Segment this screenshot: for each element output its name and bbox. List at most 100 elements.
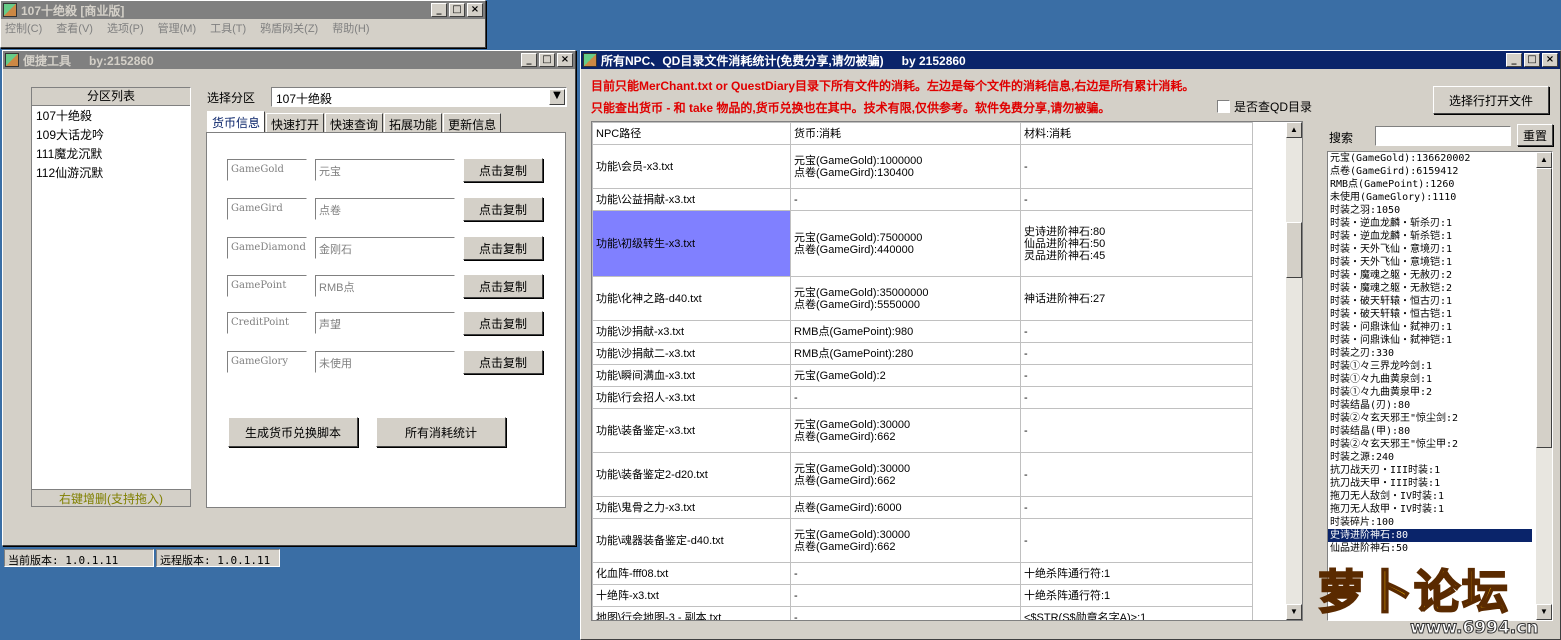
material-cell[interactable]: - — [1020, 144, 1253, 189]
currency-name-field[interactable]: 元宝 — [315, 159, 455, 181]
menu-tools[interactable]: 工具(T) — [210, 20, 246, 36]
totals-list-item[interactable]: 时装①々九曲黄泉剑:1 — [1328, 373, 1532, 386]
menu-view[interactable]: 查看(V) — [56, 20, 93, 36]
qd-checkbox-wrap[interactable]: 是否查QD目录 — [1217, 98, 1312, 115]
currency-cell[interactable]: 元宝(GameGold):30000 点卷(GameGird):662 — [790, 518, 1021, 563]
material-cell[interactable]: <$STR(S$勋章名字A)>:1 — [1020, 606, 1253, 620]
totals-list-item[interactable]: 史诗进阶神石:80 — [1328, 529, 1532, 542]
material-cell[interactable]: - — [1020, 452, 1253, 497]
npc-path-cell[interactable]: 功能\魂器装备鉴定-d40.txt — [592, 518, 791, 563]
npc-path-cell[interactable]: 功能\会员-x3.txt — [592, 144, 791, 189]
all-consumption-button[interactable]: 所有消耗统计 — [376, 417, 506, 447]
table-row[interactable]: 功能\初级转生-x3.txt 元宝(GameGold):7500000 点卷(Ga… — [592, 210, 1253, 277]
material-cell[interactable]: 神话进阶神石:27 — [1020, 276, 1253, 321]
npc-path-cell[interactable]: 功能\化神之路-d40.txt — [592, 276, 791, 321]
totals-list-item[interactable]: 时装・逆血龙麟・斩杀铠:1 — [1328, 230, 1532, 243]
main-window-titlebar[interactable]: 107十绝殺 [商业版] _ □ × — [1, 1, 485, 19]
chevron-down-icon[interactable]: ▼ — [549, 89, 565, 105]
totals-list-item[interactable]: 元宝(GameGold):136620002 — [1328, 152, 1532, 165]
scroll-thumb[interactable] — [1286, 222, 1302, 278]
close-icon[interactable]: × — [1542, 53, 1558, 67]
totals-list-item[interactable]: 时装之刃:330 — [1328, 347, 1532, 360]
table-row[interactable]: 功能\装备鉴定-x3.txt 元宝(GameGold):30000 点卷(Game… — [592, 408, 1253, 453]
table-scrollbar[interactable]: ▲ ▼ — [1286, 122, 1302, 620]
zone-item[interactable]: 107十绝殺 — [32, 106, 190, 125]
scroll-thumb[interactable] — [1536, 168, 1552, 448]
currency-cell[interactable]: - — [790, 606, 1021, 620]
currency-cell[interactable]: 元宝(GameGold):1000000 点卷(GameGird):130400 — [790, 144, 1021, 189]
material-cell[interactable]: - — [1020, 364, 1253, 387]
tools-window-titlebar[interactable]: 便捷工具 by:2152860 _ □ × — [3, 51, 575, 69]
table-row[interactable]: 功能\沙捐献二-x3.txt RMB点(GamePoint):280- — [592, 342, 1253, 365]
totals-list-item[interactable]: 时装・逆血龙麟・斩杀刃:1 — [1328, 217, 1532, 230]
copy-button[interactable]: 点击复制 — [463, 311, 543, 335]
maximize-icon[interactable]: □ — [449, 3, 465, 17]
table-row[interactable]: 功能\化神之路-d40.txt 元宝(GameGold):35000000 点卷(… — [592, 276, 1253, 321]
material-cell[interactable]: - — [1020, 518, 1253, 563]
totals-list[interactable]: 元宝(GameGold):136620002 点卷(GameGird):61594… — [1327, 151, 1553, 621]
material-cell[interactable]: - — [1020, 342, 1253, 365]
menu-control[interactable]: 控制(C) — [5, 20, 42, 36]
totals-list-item[interactable]: 时装②々玄天邪王"惊尘剑:2 — [1328, 412, 1532, 425]
totals-list-item[interactable]: 时装结晶(刃):80 — [1328, 399, 1532, 412]
reset-button[interactable]: 重置 — [1517, 124, 1553, 146]
column-header-npc-path[interactable]: NPC路径 — [592, 122, 791, 145]
totals-list-item[interactable]: 时装②々玄天邪王"惊尘甲:2 — [1328, 438, 1532, 451]
npc-path-cell[interactable]: 功能\装备鉴定-x3.txt — [592, 408, 791, 453]
npc-path-cell[interactable]: 功能\行会招人-x3.txt — [592, 386, 791, 409]
copy-button[interactable]: 点击复制 — [463, 350, 543, 374]
npc-path-cell[interactable]: 地图\行会地图-3 - 副本.txt — [592, 606, 791, 620]
qd-checkbox[interactable] — [1217, 100, 1230, 113]
currency-code-field[interactable]: GameGird — [227, 198, 307, 220]
currency-cell[interactable]: 元宝(GameGold):30000 点卷(GameGird):662 — [790, 408, 1021, 453]
totals-list-item[interactable]: 时装之羽:1050 — [1328, 204, 1532, 217]
material-cell[interactable]: 史诗进阶神石:80 仙品进阶神石:50 灵品进阶神石:45 — [1020, 210, 1253, 277]
zone-list[interactable]: 分区列表 107十绝殺 109大话龙吟 111魔龙沉默 112仙游沉默 — [31, 87, 191, 507]
totals-list-item[interactable]: 点卷(GameGird):6159412 — [1328, 165, 1532, 178]
zone-item[interactable]: 109大话龙吟 — [32, 125, 190, 144]
npc-path-cell[interactable]: 功能\瞬间满血-x3.txt — [592, 364, 791, 387]
totals-list-item[interactable]: 时装结晶(甲):80 — [1328, 425, 1532, 438]
currency-code-field[interactable]: CreditPoint — [227, 312, 307, 334]
column-header-material[interactable]: 材料:消耗 — [1020, 122, 1253, 145]
minimize-icon[interactable]: _ — [1506, 53, 1522, 67]
totals-list-item[interactable]: 时装・魔魂之躯・无赦铠:2 — [1328, 282, 1532, 295]
column-header-currency[interactable]: 货币:消耗 — [790, 122, 1021, 145]
currency-code-field[interactable]: GameDiamond — [227, 237, 307, 259]
currency-cell[interactable]: RMB点(GamePoint):980 — [790, 320, 1021, 343]
currency-name-field[interactable]: 点卷 — [315, 198, 455, 220]
currency-cell[interactable]: - — [790, 584, 1021, 607]
table-row[interactable]: 功能\行会招人-x3.txt - - — [592, 386, 1253, 409]
npc-path-cell[interactable]: 功能\沙捐献二-x3.txt — [592, 342, 791, 365]
tab-quick-query[interactable]: 快速查询 — [325, 113, 384, 132]
currency-name-field[interactable]: 声望 — [315, 312, 455, 334]
npc-path-cell-selected[interactable]: 功能\初级转生-x3.txt — [592, 210, 791, 277]
copy-button[interactable]: 点击复制 — [463, 274, 543, 298]
currency-code-field[interactable]: GameGlory — [227, 351, 307, 373]
table-row[interactable]: 功能\会员-x3.txt 元宝(GameGold):1000000 点卷(Game… — [592, 144, 1253, 189]
stats-window-titlebar[interactable]: 所有NPC、QD目录文件消耗统计(免费分享,请勿被骗) by 2152860 _ … — [581, 51, 1560, 69]
material-cell[interactable]: 十绝杀阵通行符:1 — [1020, 584, 1253, 607]
scroll-up-icon[interactable]: ▲ — [1286, 122, 1302, 138]
npc-path-cell[interactable]: 功能\装备鉴定2-d20.txt — [592, 452, 791, 497]
npc-path-cell[interactable]: 功能\鬼骨之力-x3.txt — [592, 496, 791, 519]
menu-options[interactable]: 选项(P) — [107, 20, 144, 36]
npc-path-cell[interactable]: 功能\沙捐献-x3.txt — [592, 320, 791, 343]
totals-list-item[interactable]: 抗刀战天甲・III时装:1 — [1328, 477, 1532, 490]
totals-list-item[interactable]: RMB点(GamePoint):1260 — [1328, 178, 1532, 191]
currency-cell[interactable]: 元宝(GameGold):7500000 点卷(GameGird):440000 — [790, 210, 1021, 277]
search-input[interactable] — [1375, 126, 1511, 146]
totals-scrollbar[interactable]: ▲ ▼ — [1536, 152, 1552, 620]
table-row[interactable]: 功能\瞬间满血-x3.txt 元宝(GameGold):2- — [592, 364, 1253, 387]
currency-cell[interactable]: RMB点(GamePoint):280 — [790, 342, 1021, 365]
npc-path-cell[interactable]: 十绝阵-x3.txt — [592, 584, 791, 607]
table-row[interactable]: 功能\公益捐献-x3.txt - - — [592, 188, 1253, 211]
currency-code-field[interactable]: GamePoint — [227, 275, 307, 297]
copy-button[interactable]: 点击复制 — [463, 236, 543, 260]
zone-item[interactable]: 112仙游沉默 — [32, 163, 190, 182]
material-cell[interactable]: - — [1020, 386, 1253, 409]
totals-list-item[interactable]: 抗刀战天刃・III时装:1 — [1328, 464, 1532, 477]
material-cell[interactable]: - — [1020, 408, 1253, 453]
material-cell[interactable]: - — [1020, 188, 1253, 211]
currency-name-field[interactable]: 未使用 — [315, 351, 455, 373]
